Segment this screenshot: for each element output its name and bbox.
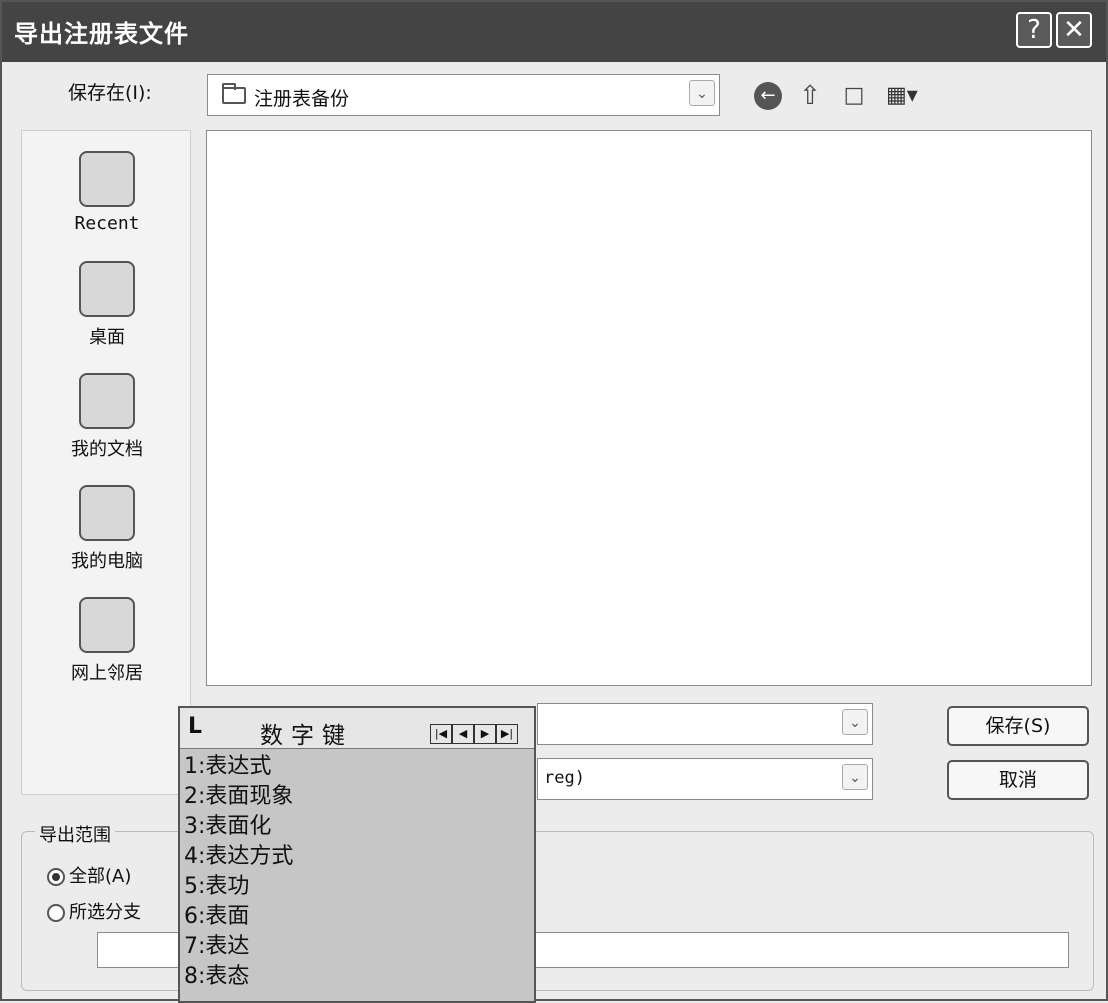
file-type-text: reg)	[544, 768, 585, 788]
title-bar: 导出注册表文件 ? ✕	[2, 2, 1106, 62]
my-documents-icon	[79, 373, 135, 429]
place-desktop[interactable]: 桌面	[22, 261, 192, 349]
radio-all[interactable]: 全部(A)	[47, 862, 131, 888]
network-places-icon	[79, 597, 135, 653]
ime-nav: |◀ ◀ ▶ ▶|	[430, 722, 518, 744]
radio-button[interactable]	[47, 868, 65, 886]
file-list[interactable]	[206, 130, 1092, 686]
ime-candidate-window: L 数字键 |◀ ◀ ▶ ▶| 1:表达式 2:表面现象 3:表面化 4:表达方式 5…	[178, 706, 536, 1003]
place-my-computer[interactable]: 我的电脑	[22, 485, 192, 573]
candidate-item[interactable]: 7:表达	[184, 932, 293, 962]
place-label: Recent	[74, 213, 140, 234]
chevron-down-icon[interactable]: ⌄	[689, 80, 715, 106]
candidate-item[interactable]: 1:表达式	[184, 752, 293, 782]
last-page-icon[interactable]: ▶|	[496, 724, 518, 744]
desktop-icon	[79, 261, 135, 317]
chevron-down-icon[interactable]: ⌄	[842, 709, 868, 735]
candidate-item[interactable]: 2:表面现象	[184, 782, 293, 812]
radio-label: 所选分支	[69, 902, 141, 923]
first-page-icon[interactable]: |◀	[430, 724, 452, 744]
ime-title: 数字键	[260, 723, 353, 749]
cancel-button[interactable]: 取消	[947, 760, 1089, 800]
places-bar: Recent 桌面 我的文档 我的电脑 网上邻居	[21, 130, 191, 795]
candidate-item[interactable]: 8:表态	[184, 962, 293, 992]
candidate-item[interactable]: 3:表面化	[184, 812, 293, 842]
my-computer-icon	[79, 485, 135, 541]
ime-header: L 数字键 |◀ ◀ ▶ ▶|	[180, 708, 534, 749]
back-icon[interactable]: ←	[754, 82, 782, 110]
place-my-documents[interactable]: 我的文档	[22, 373, 192, 461]
export-range-title: 导出范围	[35, 821, 115, 847]
place-label: 网上邻居	[71, 663, 143, 684]
help-button[interactable]: ?	[1016, 12, 1052, 48]
save-in-label: 保存在(I):	[68, 82, 152, 104]
up-folder-icon[interactable]: ⇧	[796, 82, 824, 110]
radio-selected-branch[interactable]: 所选分支	[47, 898, 141, 924]
candidate-list: 1:表达式 2:表面现象 3:表面化 4:表达方式 5:表功 6:表面 7:表达…	[184, 752, 293, 992]
view-menu-icon[interactable]: ▦▾	[886, 82, 926, 110]
place-label: 我的电脑	[71, 551, 143, 572]
candidate-item[interactable]: 4:表达方式	[184, 842, 293, 872]
new-folder-icon[interactable]: □	[840, 82, 868, 110]
folder-icon	[222, 83, 246, 104]
place-label: 我的文档	[71, 439, 143, 460]
candidate-item[interactable]: 6:表面	[184, 902, 293, 932]
place-label: 桌面	[89, 327, 125, 348]
place-recent[interactable]: Recent	[22, 151, 192, 234]
recent-folder-icon	[79, 151, 135, 207]
save-button[interactable]: 保存(S)	[947, 706, 1089, 746]
radio-label: 全部(A)	[69, 866, 132, 887]
place-network[interactable]: 网上邻居	[22, 597, 192, 685]
close-button[interactable]: ✕	[1056, 12, 1092, 48]
prev-page-icon[interactable]: ◀	[452, 724, 474, 744]
radio-button[interactable]	[47, 904, 65, 922]
export-registry-dialog: 导出注册表文件 ? ✕ 保存在(I): 注册表备份 ⌄ ← ⇧ □ ▦▾ Rec…	[0, 0, 1108, 1003]
chevron-down-icon[interactable]: ⌄	[842, 764, 868, 790]
ime-logo: L	[188, 714, 203, 739]
window-title: 导出注册表文件	[14, 20, 189, 48]
save-in-combo[interactable]: 注册表备份 ⌄	[207, 74, 720, 116]
candidate-item[interactable]: 5:表功	[184, 872, 293, 902]
file-type-combo[interactable]: reg) ⌄	[537, 758, 873, 800]
file-name-combo[interactable]: ⌄	[537, 703, 873, 745]
current-folder-text: 注册表备份	[254, 88, 350, 110]
next-page-icon[interactable]: ▶	[474, 724, 496, 744]
